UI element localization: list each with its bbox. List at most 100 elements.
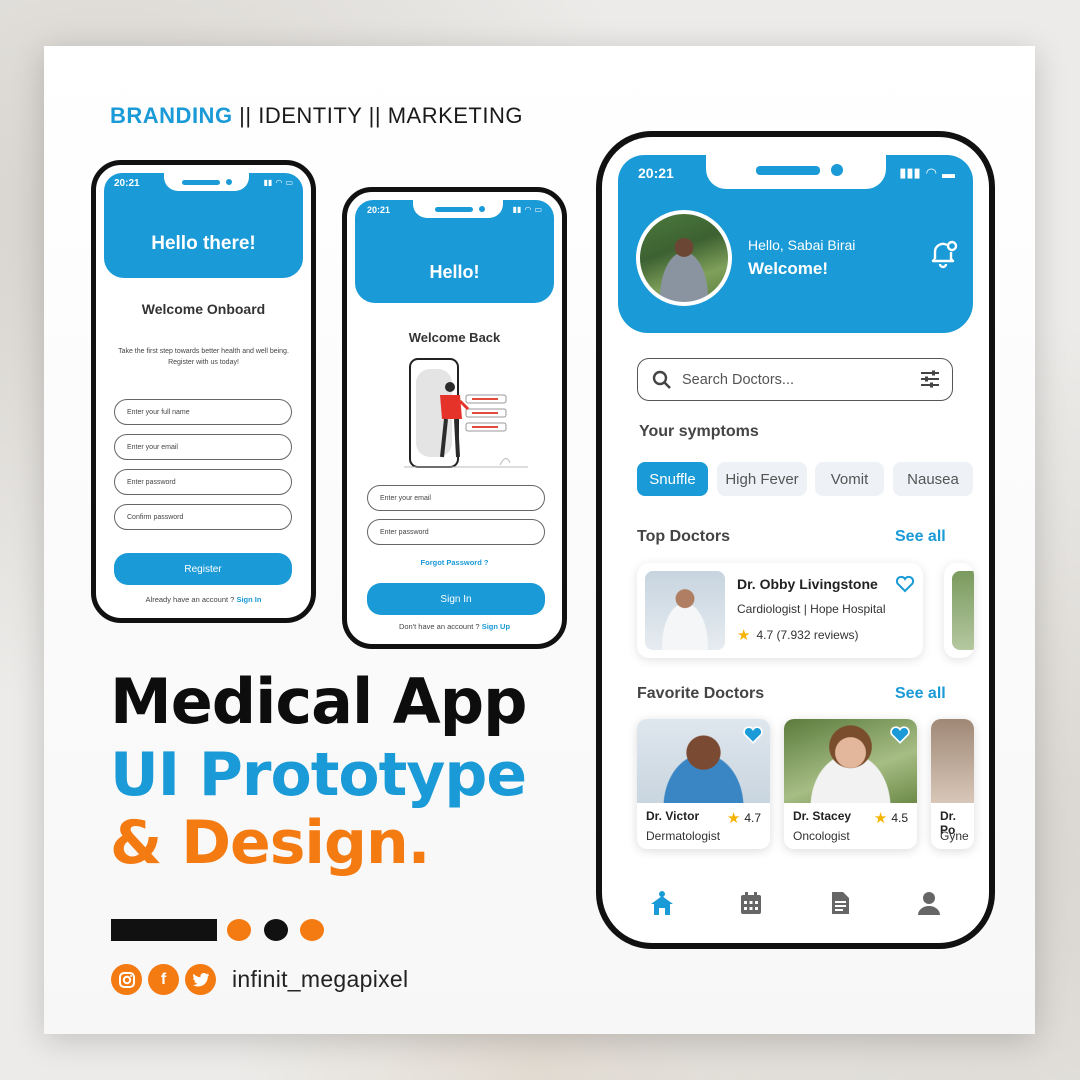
forgot-password-link[interactable]: Forgot Password ? [347,558,562,567]
symptom-chip-vomit[interactable]: Vomit [815,462,884,496]
doctor-rating-value: 4.7 [744,811,761,825]
signin-header: 20:21 ▮▮ ◠ ▭ Hello! [355,200,554,303]
top-doctor-card-next[interactable] [944,563,974,658]
calendar-icon[interactable] [737,889,765,917]
symptom-chip-snuffle[interactable]: Snuffle [637,462,708,496]
status-time: 20:21 [114,178,140,189]
home-icon[interactable] [648,889,676,917]
wifi-icon: ◠ [925,165,937,180]
signin-footer-text: Don't have an account ? [398,622,482,631]
battery-icon: ▭ [534,205,542,214]
decor-dot-orange [300,919,324,941]
tagline: BRANDING || IDENTITY || MARKETING [110,103,523,129]
signin-subtitle: Welcome Back [408,330,501,345]
welcome-text: Welcome! [748,259,828,278]
star-icon: ★ [726,810,741,827]
doctor-name: Dr. Obby Livingstone [737,576,878,592]
notch [164,173,249,191]
status-icons: ▮▮ ◠ ▭ [264,178,293,187]
favorite-doctor-card[interactable]: Dr. Victor ★ 4.7 Dermatologist [637,719,770,849]
doctor-name: Dr. Stacey [793,809,852,823]
register-header: 20:21 ▮▮ ◠ ▭ Hello there! [104,173,303,278]
headline-line3: & Design. [110,808,430,878]
doctor-specialty: Oncologist [793,829,850,843]
favorite-heart-icon[interactable] [889,725,911,745]
favorite-doctor-card[interactable]: Dr. Po Gyne [931,719,974,849]
battery-icon: ▭ [285,178,293,187]
signin-footer: Don't have an account ? Sign Up [347,622,562,631]
twitter-icon[interactable] [185,964,216,995]
home-header: 20:21 ▮▮▮ ◠ ▬ Hello, Sabai Birai Welcome! [618,155,973,333]
email-field[interactable]: Enter your email [367,485,545,511]
top-doctors-see-all-link[interactable]: See all [895,528,946,546]
register-hero: Hello there! [151,233,256,254]
decor-bar [111,919,217,941]
register-description: Take the first step towards better healt… [118,348,289,366]
document-icon[interactable] [826,889,854,917]
register-phone: 20:21 ▮▮ ◠ ▭ Hello there! Welcome Onboard … [91,160,316,623]
notch [706,155,886,189]
headline-line1: Medical App [110,665,528,738]
tagline-rest: || IDENTITY || MARKETING [232,103,523,128]
notification-bell-icon[interactable] [927,237,959,269]
doctor-specialty: Dermatologist [646,829,721,843]
favorite-heart-icon[interactable] [742,725,764,745]
battery-icon: ▬ [942,165,955,181]
doctor-rating-value: 4.5 [891,811,908,825]
symptom-chip-high-fever[interactable]: High Fever [717,462,807,496]
symptoms-title: Your symptoms [639,423,759,440]
password-field[interactable]: Enter password [114,469,292,495]
bottom-tab-bar [618,873,973,933]
notch [413,200,503,218]
decor-dot-black [264,919,288,941]
social-handle: infinit_megapixel [232,966,409,992]
profile-icon[interactable] [915,889,943,917]
facebook-icon[interactable]: f [148,964,179,995]
sign-in-button[interactable]: Sign In [367,583,545,615]
doctor-rating: ★ 4.7 [727,809,761,827]
signal-icon: ▮▮▮ [899,165,921,180]
filter-icon[interactable] [920,370,940,388]
signal-icon: ▮▮ [263,178,273,187]
register-subtitle: Welcome Onboard [141,301,266,317]
greeting: Hello, Sabai Birai [748,237,856,253]
email-field[interactable]: Enter your email [114,434,292,460]
sign-in-link[interactable]: Sign In [236,595,261,604]
top-doctor-card[interactable]: Dr. Obby Livingstone Cardiologist | Hope… [637,563,923,658]
home-phone: 20:21 ▮▮▮ ◠ ▬ Hello, Sabai Birai Welcome! … [596,131,995,949]
register-footer-text: Already have an account ? [145,595,237,604]
confirm-password-field[interactable]: Confirm password [114,504,292,530]
symptom-chip-nausea[interactable]: Nausea [893,462,973,496]
favorite-doctor-card[interactable]: Dr. Stacey ★ 4.5 Oncologist [784,719,917,849]
decor-dot-orange [227,919,251,941]
status-icons: ▮▮ ◠ ▭ [513,205,542,214]
doctor-specialty: Cardiologist | Hope Hospital [737,602,886,616]
signin-hero: Hello! [429,262,480,282]
register-button[interactable]: Register [114,553,292,585]
password-field[interactable]: Enter password [367,519,545,545]
search-input[interactable]: Search Doctors... [637,358,953,401]
star-icon: ★ [873,810,888,827]
instagram-icon[interactable] [111,964,142,995]
tagline-brand: BRANDING [110,103,233,128]
status-time: 20:21 [367,205,391,215]
favorite-heart-icon[interactable] [895,575,915,593]
top-doctors-title: Top Doctors [637,528,731,545]
search-icon [652,370,671,389]
signal-icon: ▮▮ [512,205,522,214]
status-icons: ▮▮▮ ◠ ▬ [899,165,955,181]
favorite-doctors-title: Favorite Doctors [637,685,765,702]
register-footer: Already have an account ? Sign In [96,595,311,604]
doctor-specialty: Gyne [940,829,969,843]
sign-up-link[interactable]: Sign Up [482,622,510,631]
wifi-icon: ◠ [524,205,532,214]
avatar[interactable] [636,210,732,306]
phone-illustration [404,358,528,468]
doctor-rating: ★ 4.5 [874,809,908,827]
fullname-field[interactable]: Enter your full name [114,399,292,425]
favorite-doctors-see-all-link[interactable]: See all [895,685,946,703]
headline-line2: UI Prototype [110,740,527,810]
doctor-rating-value: 4.7 (7.932 reviews) [756,628,859,642]
status-time: 20:21 [638,165,674,181]
doctor-photo [645,571,725,650]
